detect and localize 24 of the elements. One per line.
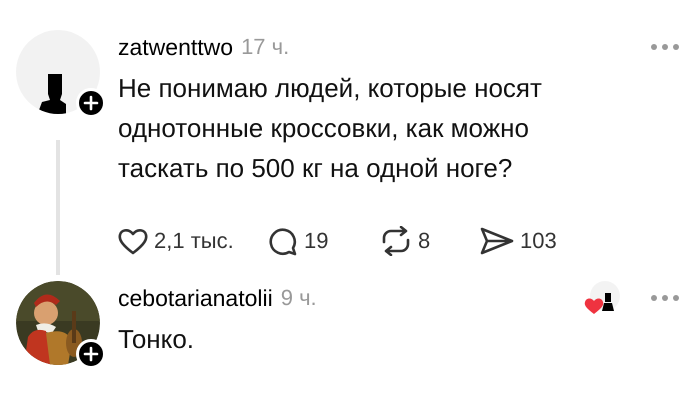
like-button[interactable]: 2,1 тыс. [118, 227, 268, 255]
heart-icon [584, 297, 604, 315]
share-button[interactable]: 103 [480, 227, 590, 255]
reply-count: 19 [304, 230, 328, 252]
more-icon[interactable] [650, 43, 680, 51]
post-time: 9 ч. [280, 287, 317, 309]
follow-plus-icon[interactable] [76, 339, 106, 369]
more-icon[interactable] [650, 294, 680, 302]
post-text: Тонко. [118, 323, 196, 356]
post-text: Не понимаю людей, которые носят однотонные кроссовки, как можно таскать по 500 кг на одной ноге? [118, 72, 543, 185]
repost-button[interactable]: 8 [380, 226, 480, 256]
post-time: 17 ч. [241, 36, 290, 58]
heart-icon [118, 227, 148, 255]
share-count: 103 [520, 230, 557, 252]
like-count: 2,1 тыс. [154, 230, 234, 252]
username[interactable]: cebotarianatolii [118, 286, 273, 310]
reply-button[interactable]: 19 [268, 226, 380, 256]
paper-plane-icon [480, 227, 514, 255]
speech-bubble-icon [268, 226, 298, 256]
username[interactable]: zatwenttwo [118, 36, 234, 58]
person-silhouette-icon [602, 293, 614, 311]
follow-plus-icon[interactable] [76, 88, 106, 118]
repost-count: 8 [418, 230, 430, 252]
repost-icon [380, 226, 412, 256]
